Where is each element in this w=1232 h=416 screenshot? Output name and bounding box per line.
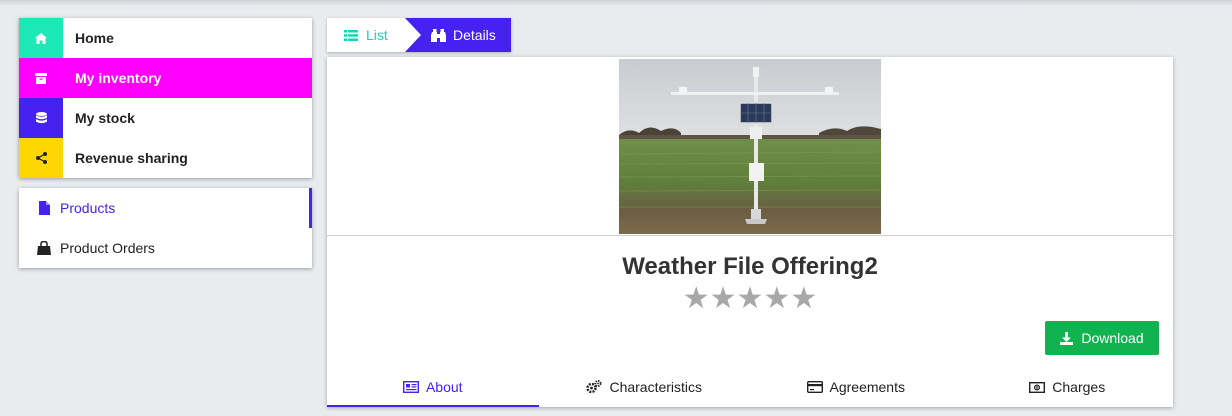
download-label: Download	[1081, 330, 1144, 346]
tab-agreements[interactable]: Agreements	[750, 367, 962, 407]
money-icon	[1029, 381, 1046, 393]
tab-about[interactable]: About	[327, 367, 539, 407]
menu-label-home: Home	[75, 30, 114, 46]
rating-stars: ★★★★★	[682, 281, 818, 316]
archive-icon	[35, 72, 47, 84]
home-icon-box	[19, 18, 63, 58]
gears-icon	[586, 380, 602, 394]
divider	[327, 235, 1173, 236]
menu-label-my-stock: My stock	[75, 110, 135, 126]
submenu-item-product-orders[interactable]: Product Orders	[19, 228, 312, 268]
product-title: Weather File Offering2	[622, 253, 878, 280]
download-button[interactable]: Download	[1045, 321, 1159, 355]
file-icon	[37, 200, 51, 216]
breadcrumb-list-link[interactable]: List	[327, 18, 405, 52]
breadcrumb: List Details	[327, 18, 511, 52]
top-bar	[0, 0, 1232, 5]
menu-item-revenue-sharing[interactable]: Revenue sharing	[19, 138, 312, 178]
menu-item-home[interactable]: Home	[19, 18, 312, 58]
archive-icon-box	[19, 58, 63, 98]
shopping-bag-icon	[37, 240, 51, 256]
database-icon-box	[19, 98, 63, 138]
tab-agreements-label: Agreements	[829, 379, 905, 395]
share-icon	[35, 152, 47, 164]
menu-label-my-inventory: My inventory	[75, 70, 162, 86]
menu-item-my-inventory[interactable]: My inventory	[19, 58, 312, 98]
home-icon	[35, 32, 47, 44]
tab-characteristics[interactable]: Characteristics	[539, 367, 751, 407]
product-details-panel: Weather File Offering2 ★★★★★ Download Ab…	[327, 57, 1173, 407]
breadcrumb-details-link[interactable]: Details	[405, 18, 511, 52]
newspaper-icon	[402, 381, 419, 393]
detail-tabs: About Characteristics Agreements Charges	[327, 367, 1173, 407]
menu-label-revenue-sharing: Revenue sharing	[75, 150, 188, 166]
submenu-label-product-orders: Product Orders	[60, 240, 155, 256]
tab-charges[interactable]: Charges	[962, 367, 1174, 407]
breadcrumb-details-label: Details	[453, 27, 496, 43]
tab-characteristics-label: Characteristics	[609, 379, 703, 395]
database-icon	[35, 111, 47, 123]
main-menu: Home My inventory My stock Revenue shari…	[19, 18, 312, 178]
product-image	[619, 59, 881, 234]
tab-about-label: About	[425, 379, 463, 395]
credit-card-icon	[806, 381, 823, 393]
binoculars-icon	[431, 28, 446, 42]
tab-charges-label: Charges	[1052, 379, 1106, 395]
download-icon	[1060, 331, 1074, 345]
breadcrumb-list-label: List	[366, 27, 388, 43]
menu-item-my-stock[interactable]: My stock	[19, 98, 312, 138]
share-icon-box	[19, 138, 63, 178]
list-icon	[344, 29, 358, 41]
submenu-label-products: Products	[60, 200, 116, 216]
sub-menu: Products Product Orders	[19, 188, 312, 268]
submenu-item-products[interactable]: Products	[19, 188, 312, 228]
